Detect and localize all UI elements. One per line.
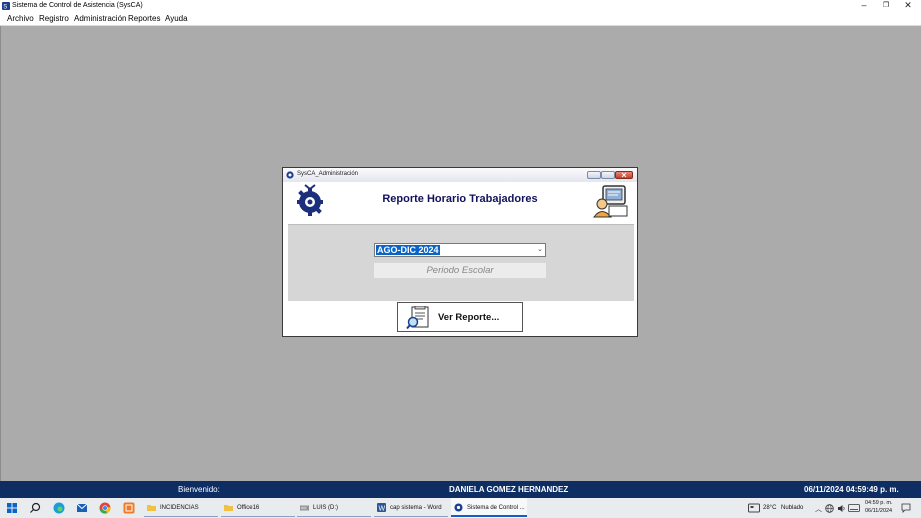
drive-icon	[300, 505, 309, 511]
period-label: Periodo Escolar	[374, 263, 546, 278]
svg-text:S: S	[3, 5, 7, 11]
task-indicator	[297, 516, 371, 517]
app-title: Sistema de Control de Asistencia (SysCA)	[12, 2, 143, 9]
task-label: LUIS (D:)	[313, 505, 339, 511]
dialog-maximize-button[interactable]	[601, 171, 615, 179]
weather-cloud-icon	[748, 503, 760, 513]
user-name: DANIELA GOMEZ HERNANDEZ	[449, 485, 569, 494]
view-report-label: Ver Reporte...	[438, 312, 500, 323]
menu-registro[interactable]: Registro	[39, 14, 69, 23]
sysca-icon	[454, 503, 463, 512]
language-globe-icon[interactable]	[825, 504, 834, 513]
period-select[interactable]: AGO-DIC 2024 ⌄	[374, 243, 546, 257]
restore-button[interactable]: ❐	[875, 0, 897, 12]
view-report-button[interactable]: Ver Reporte...	[397, 302, 523, 332]
sysca-icon	[286, 171, 294, 179]
search-icon[interactable]	[28, 501, 42, 515]
task-indicator	[451, 515, 527, 517]
sandbox-app-icon[interactable]	[122, 501, 136, 515]
welcome-label: Bienvenido:	[178, 485, 220, 494]
menu-archivo[interactable]: Archivo	[7, 14, 34, 23]
windows-start-icon[interactable]	[5, 501, 19, 515]
period-selected-value: AGO-DIC 2024	[376, 245, 440, 255]
volume-icon[interactable]	[837, 504, 846, 513]
task-indicator	[144, 516, 218, 517]
menu-reportes[interactable]: Reportes	[128, 14, 160, 23]
edge-browser-icon[interactable]	[52, 501, 66, 515]
status-datetime: 06/11/2024 04:59:49 p. m.	[804, 485, 899, 494]
task-label: INCIDENCIAS	[160, 505, 199, 511]
folder-icon	[224, 505, 233, 511]
task-label: Office16	[237, 505, 260, 511]
mail-icon[interactable]	[75, 501, 89, 515]
menu-bar: Archivo Registro Administración Reportes…	[0, 12, 921, 26]
report-dialog: SysCA_Administración Reporte Horario Tra…	[282, 167, 638, 337]
task-sysca-active[interactable]: Sistema de Control ...	[451, 498, 527, 518]
chevron-up-icon[interactable]: ︿	[815, 504, 822, 514]
app-titlebar: S Sistema de Control de Asistencia (SysC…	[0, 0, 921, 12]
weather-text: Nublado	[781, 505, 804, 511]
parameters-panel: AGO-DIC 2024 ⌄ Periodo Escolar	[288, 224, 634, 301]
task-label: Sistema de Control ...	[467, 505, 525, 511]
taskbar: INCIDENCIAS Office16 LUIS (D:) W cap sis…	[0, 498, 921, 518]
report-search-icon	[406, 306, 429, 330]
task-indicator	[221, 516, 295, 517]
task-office16[interactable]: Office16	[221, 498, 295, 518]
task-label: cap sistema - Word	[390, 505, 442, 511]
word-icon: W	[377, 503, 386, 512]
menu-ayuda[interactable]: Ayuda	[165, 14, 188, 23]
task-incidencias[interactable]: INCIDENCIAS	[144, 498, 218, 518]
task-word[interactable]: W cap sistema - Word	[374, 498, 448, 518]
mdi-border	[0, 26, 1, 481]
menu-administracion[interactable]: Administración	[74, 14, 126, 23]
svg-text:W: W	[379, 506, 386, 513]
dialog-minimize-button[interactable]	[587, 171, 601, 179]
status-bar: Bienvenido: DANIELA GOMEZ HERNANDEZ 06/1…	[0, 481, 921, 498]
close-icon	[621, 172, 627, 178]
task-indicator	[374, 516, 448, 517]
keyboard-icon[interactable]	[848, 504, 860, 512]
clock-time: 04:59 p. m.	[865, 500, 893, 506]
app-icon: S	[2, 2, 10, 10]
chevron-down-icon[interactable]: ⌄	[537, 245, 543, 253]
close-button[interactable]: ✕	[897, 0, 919, 12]
clock-date: 06/11/2024	[865, 508, 893, 514]
chrome-icon[interactable]	[98, 501, 112, 515]
notifications-icon[interactable]	[901, 503, 911, 513]
weather-temp: 28°C	[763, 505, 777, 511]
dialog-close-button[interactable]	[615, 171, 633, 179]
report-clipboard-icon	[593, 185, 628, 218]
dialog-header: Reporte Horario Trabajadores	[283, 182, 637, 222]
dialog-titlebar[interactable]: SysCA_Administración	[283, 168, 637, 183]
dialog-title: SysCA_Administración	[297, 171, 359, 177]
folder-icon	[147, 505, 156, 511]
minimize-button[interactable]: –	[853, 0, 875, 12]
report-heading: Reporte Horario Trabajadores	[382, 193, 538, 205]
task-drive-luis[interactable]: LUIS (D:)	[297, 498, 371, 518]
